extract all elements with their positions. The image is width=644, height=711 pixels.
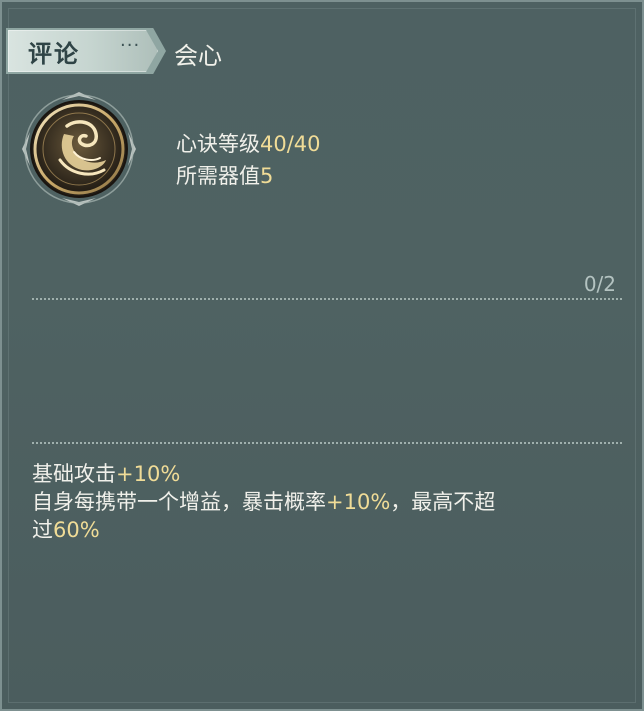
description-line-1: 基础攻击+10% <box>32 460 624 488</box>
desc-text: 基础攻击 <box>32 462 116 486</box>
desc-value: +10% <box>326 490 391 514</box>
level-value: 40/40 <box>260 132 321 156</box>
divider-bottom <box>32 442 622 444</box>
divider-top <box>32 298 622 300</box>
desc-text: ，最高不超 <box>390 490 496 514</box>
more-dots-icon[interactable]: ··· <box>120 35 140 56</box>
cost-row: 所需器值5 <box>176 160 321 192</box>
description-line-3: 过60% <box>32 516 624 544</box>
desc-value: +10% <box>116 462 181 486</box>
slot-count: 0/2 <box>583 272 616 296</box>
desc-text: 过 <box>32 518 53 542</box>
crane-emblem-icon <box>20 90 138 208</box>
cost-label: 所需器值 <box>176 164 260 188</box>
skill-stats: 心诀等级40/40 所需器值5 <box>176 128 321 192</box>
level-row: 心诀等级40/40 <box>176 128 321 160</box>
level-label: 心诀等级 <box>176 132 260 156</box>
skill-name: 会心 <box>174 42 222 70</box>
skill-description: 基础攻击+10% 自身每携带一个增益，暴击概率+10%，最高不超 过60% <box>32 460 624 544</box>
skill-tooltip-panel: 评论 ··· 会心 心诀等级40/40 所需器值5 0/2 基础攻击+10% 自… <box>0 0 644 711</box>
desc-value: 60% <box>53 518 100 542</box>
desc-text: 自身每携带一个增益，暴击概率 <box>32 490 326 514</box>
description-line-2: 自身每携带一个增益，暴击概率+10%，最高不超 <box>32 488 624 516</box>
cost-value: 5 <box>260 164 274 188</box>
comment-tab-label[interactable]: 评论 <box>28 34 80 69</box>
